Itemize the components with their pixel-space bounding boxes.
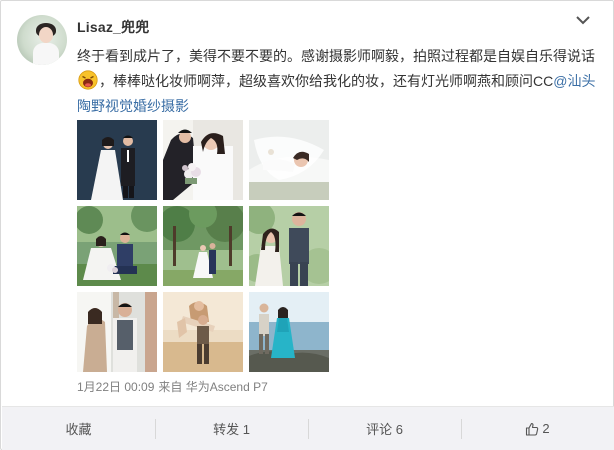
photo-couple-at-window[interactable] (77, 292, 157, 372)
laughing-face-emoji-icon (78, 70, 98, 90)
post-date[interactable]: 1月22日 00:09 (77, 380, 154, 394)
photo-bride-lying-in-veil[interactable] (249, 120, 329, 200)
photo-couple-in-garden[interactable] (249, 206, 329, 286)
photo-couple-by-sea[interactable] (249, 292, 329, 372)
post-text: 终于看到成片了，美得不要不要的。感谢摄影师啊毅，拍照过程都是自娱自乐得说话 ，棒… (77, 44, 603, 119)
thumbs-up-icon (526, 422, 539, 436)
photo-couple-standing-under-trees[interactable] (163, 206, 243, 286)
post-meta: 1月22日 00:09 来自 华为Ascend P7 (77, 378, 272, 395)
post-source: 来自 华为Ascend P7 (158, 380, 268, 394)
like-button[interactable]: 2 (461, 407, 614, 450)
favorite-label: 收藏 (65, 422, 92, 437)
comment-label: 评论 6 (366, 422, 403, 437)
post-text-part-2: ，棒棒哒化妆师啊萍，超级喜欢你给我化的妆，还有灯光师啊燕和顾问CC (99, 73, 554, 89)
weibo-post-card: Lisaz_兜兜 终于看到成片了，美得不要不要的。感谢摄影师啊毅，拍照过程都是自… (0, 0, 614, 450)
like-count: 2 (542, 421, 550, 436)
photo-couple-beach-lift[interactable] (163, 292, 243, 372)
favorite-button[interactable]: 收藏 (2, 407, 155, 450)
photo-couple-close-with-bouquet[interactable] (163, 120, 243, 200)
photo-couple-dark-backdrop[interactable] (77, 120, 157, 200)
comment-button[interactable]: 评论 6 (308, 407, 461, 450)
photo-grid (77, 120, 330, 373)
post-text-part-1: 终于看到成片了，美得不要不要的。感谢摄影师啊毅，拍照过程都是自娱自乐得说话 (77, 48, 595, 64)
repost-button[interactable]: 转发 1 (155, 407, 308, 450)
repost-label: 转发 1 (213, 422, 250, 437)
chevron-down-icon[interactable] (575, 13, 591, 27)
username[interactable]: Lisaz_兜兜 (77, 17, 149, 37)
avatar[interactable] (17, 15, 67, 65)
action-bar: 收藏 转发 1 评论 6 2 (2, 406, 614, 450)
photo-couple-sitting-on-lawn[interactable] (77, 206, 157, 286)
